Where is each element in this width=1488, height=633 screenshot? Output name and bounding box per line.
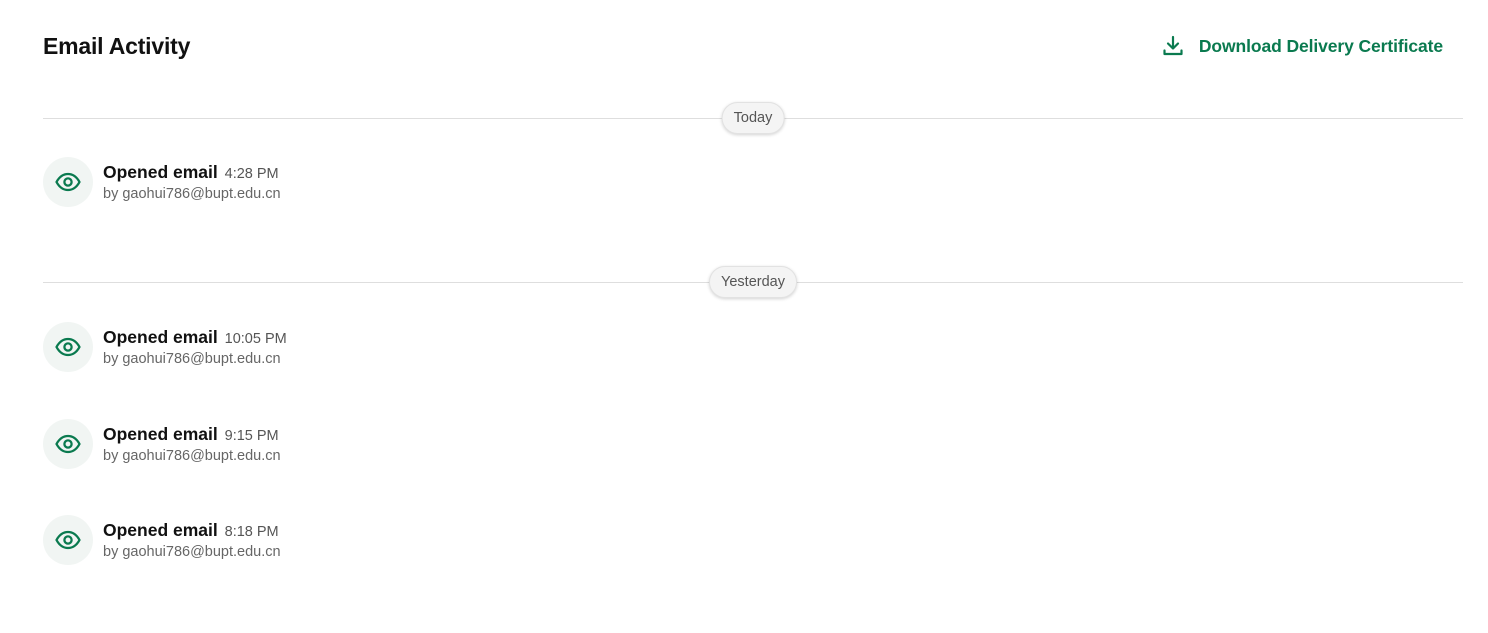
download-certificate-button[interactable]: Download Delivery Certificate	[1161, 34, 1443, 58]
activity-action: Opened email	[103, 520, 218, 540]
activity-item: Opened email 4:28 PM by gaohui786@bupt.e…	[43, 156, 281, 208]
download-icon	[1161, 34, 1185, 58]
activity-icon-badge	[43, 322, 93, 372]
activity-time: 10:05 PM	[224, 331, 287, 347]
eye-icon	[54, 168, 82, 196]
date-pill: Yesterday	[709, 266, 797, 298]
activity-actor: by gaohui786@bupt.edu.cn	[103, 544, 281, 560]
activity-item: Opened email 9:15 PM by gaohui786@bupt.e…	[43, 418, 281, 470]
activity-time: 4:28 PM	[224, 166, 279, 182]
date-divider-today: Today	[43, 102, 1463, 136]
activity-actor: by gaohui786@bupt.edu.cn	[103, 448, 281, 464]
download-certificate-label: Download Delivery Certificate	[1198, 35, 1443, 56]
activity-item: Opened email 8:18 PM by gaohui786@bupt.e…	[43, 514, 281, 566]
page-title: Email Activity	[43, 32, 191, 59]
date-divider-yesterday: Yesterday	[43, 266, 1463, 300]
activity-item: Opened email 10:05 PM by gaohui786@bupt.…	[43, 321, 287, 373]
eye-icon	[54, 333, 82, 361]
activity-icon-badge	[43, 419, 93, 469]
eye-icon	[54, 526, 82, 554]
activity-action: Opened email	[103, 424, 218, 444]
date-pill: Today	[721, 102, 785, 134]
activity-icon-badge	[43, 157, 93, 207]
activity-time: 8:18 PM	[224, 524, 279, 540]
activity-time: 9:15 PM	[224, 428, 279, 444]
activity-action: Opened email	[103, 162, 218, 182]
activity-action: Opened email	[103, 327, 218, 347]
header: Email Activity Download Delivery Certifi…	[43, 28, 1443, 64]
eye-icon	[54, 430, 82, 458]
activity-icon-badge	[43, 515, 93, 565]
activity-actor: by gaohui786@bupt.edu.cn	[103, 186, 281, 202]
activity-actor: by gaohui786@bupt.edu.cn	[103, 351, 281, 367]
email-activity-panel: Email Activity Download Delivery Certifi…	[0, 0, 1488, 633]
